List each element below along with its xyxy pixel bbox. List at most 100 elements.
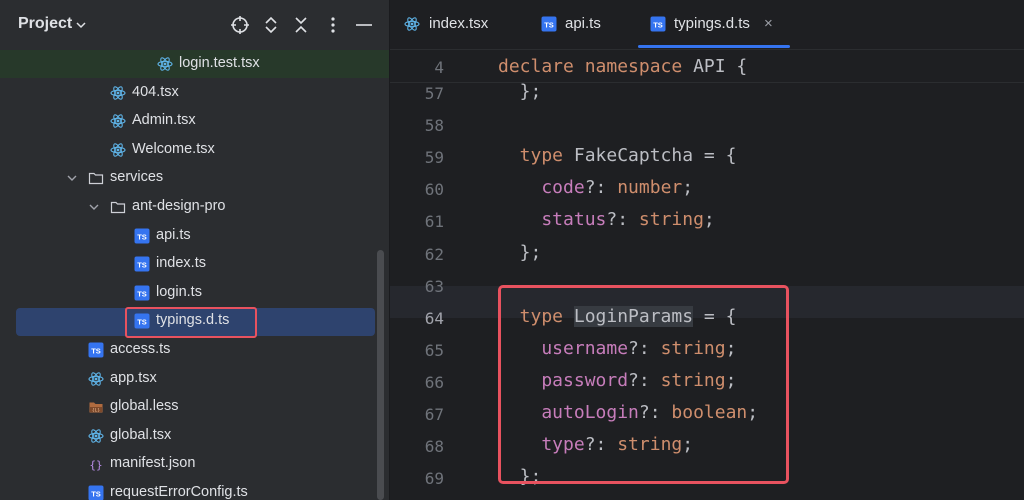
line-number: 57 bbox=[424, 84, 444, 103]
more-options-icon[interactable] bbox=[323, 15, 343, 35]
tree-file-row[interactable]: Welcome.tsx bbox=[0, 136, 389, 164]
code-line[interactable]: status?: string; bbox=[498, 209, 714, 231]
code-token: declare bbox=[498, 56, 585, 77]
code-token: ; bbox=[682, 177, 694, 199]
svg-text:{}: {} bbox=[89, 459, 102, 472]
close-icon[interactable]: × bbox=[764, 15, 773, 32]
line-number: 66 bbox=[424, 372, 444, 392]
line-number: 69 bbox=[424, 469, 444, 489]
expand-all-icon[interactable] bbox=[261, 15, 281, 35]
panel-scrollbar[interactable] bbox=[377, 250, 384, 500]
svg-text:TS: TS bbox=[91, 347, 101, 356]
line-number: 68 bbox=[424, 437, 444, 457]
code-token: type bbox=[498, 145, 574, 167]
annotation-highlight-box bbox=[125, 307, 257, 338]
code-highlight-box bbox=[498, 285, 789, 484]
ts-icon: TS bbox=[134, 285, 150, 301]
tab-label: index.tsx bbox=[429, 15, 489, 32]
tree-folder-row[interactable]: services bbox=[0, 164, 389, 192]
line-number: 4 bbox=[434, 58, 444, 77]
crosshair-icon[interactable] bbox=[230, 15, 250, 35]
tab-api-ts[interactable]: TS api.ts bbox=[541, 0, 631, 50]
tree-file-row[interactable]: login.test.tsx bbox=[0, 50, 389, 78]
code-token: ?: bbox=[584, 177, 618, 199]
react-icon bbox=[88, 428, 104, 444]
svg-text:TS: TS bbox=[137, 289, 147, 298]
line-number: 62 bbox=[424, 244, 444, 264]
tree-file-row[interactable]: TS access.ts bbox=[0, 336, 389, 364]
tree-file-row[interactable]: app.tsx bbox=[0, 365, 389, 393]
project-panel-header: Project bbox=[0, 0, 389, 50]
tree-file-row[interactable]: TS requestErrorConfig.ts bbox=[0, 479, 389, 500]
line-number: 63 bbox=[424, 276, 444, 296]
chevron-down-icon[interactable] bbox=[74, 18, 88, 32]
minimize-icon[interactable] bbox=[354, 15, 374, 35]
line-number: 67 bbox=[424, 405, 444, 424]
tree-item-label: login.test.tsx bbox=[179, 55, 260, 71]
code-line[interactable]: type FakeCaptcha = { bbox=[498, 145, 737, 167]
tree-item-label: index.ts bbox=[156, 255, 206, 272]
ts-icon: TS bbox=[88, 342, 104, 358]
react-icon bbox=[110, 142, 126, 158]
code-line[interactable]: code?: number; bbox=[498, 177, 693, 198]
svg-text:TS: TS bbox=[137, 261, 147, 270]
tree-item-label: api.ts bbox=[156, 226, 191, 243]
folder-icon bbox=[110, 199, 126, 215]
tree-file-row[interactable]: Admin.tsx bbox=[0, 107, 389, 135]
ts-icon: TS bbox=[88, 485, 104, 500]
ts-icon: TS bbox=[134, 256, 150, 272]
project-panel: Project login.test.tsx 404.tsx Admin.tsx We… bbox=[0, 0, 389, 500]
sticky-scroll-header[interactable]: 4 declare namespace API { bbox=[390, 51, 1024, 83]
json-icon: {} bbox=[88, 456, 104, 472]
svg-text:{L}: {L} bbox=[92, 407, 100, 413]
collapse-all-icon[interactable] bbox=[291, 15, 311, 35]
code-line[interactable]: declare namespace API { bbox=[498, 56, 747, 77]
line-number: 64 bbox=[424, 308, 444, 328]
svg-text:TS: TS bbox=[653, 21, 663, 30]
tree-item-label: global.less bbox=[110, 398, 179, 415]
line-number: 59 bbox=[424, 148, 444, 168]
react-icon bbox=[110, 85, 126, 101]
tree-item-label: login.ts bbox=[156, 283, 202, 300]
code-token: namespace bbox=[584, 56, 694, 77]
code-token: status bbox=[498, 209, 607, 231]
tree-file-row[interactable]: {L} global.less bbox=[0, 393, 389, 421]
react-icon bbox=[110, 113, 126, 129]
tab-index-tsx[interactable]: index.tsx bbox=[404, 0, 514, 50]
tree-item-label: access.ts bbox=[110, 341, 171, 357]
project-tree: login.test.tsx 404.tsx Admin.tsx Welcome.ts… bbox=[0, 50, 389, 500]
code-token: }; bbox=[498, 81, 542, 102]
code-line[interactable]: }; bbox=[498, 81, 542, 102]
svg-text:TS: TS bbox=[544, 21, 554, 30]
tree-file-row[interactable]: 404.tsx bbox=[0, 79, 389, 107]
code-line[interactable]: }; bbox=[498, 242, 542, 263]
tree-item-label: requestErrorConfig.ts bbox=[110, 484, 248, 500]
tree-file-row[interactable]: TS login.ts bbox=[0, 279, 389, 307]
react-icon bbox=[88, 371, 104, 387]
tree-file-row[interactable]: global.tsx bbox=[0, 422, 389, 450]
chevron-down-icon[interactable] bbox=[66, 172, 78, 184]
code-area[interactable]: 57 }; 58 59 type FakeCaptcha = {60 code?: … bbox=[390, 81, 1024, 500]
tree-file-row[interactable]: {} manifest.json bbox=[0, 450, 389, 478]
tab-label: api.ts bbox=[565, 15, 601, 32]
chevron-down-icon[interactable] bbox=[88, 201, 100, 213]
tree-item-label: Admin.tsx bbox=[132, 112, 196, 129]
tree-folder-row[interactable]: ant-design-pro bbox=[0, 193, 389, 221]
tree-item-label: services bbox=[110, 169, 164, 186]
tree-item-label: 404.tsx bbox=[132, 83, 179, 100]
editor: index.tsx TS api.ts TS typings.d.ts × 4 … bbox=[390, 0, 1024, 500]
ts-icon: TS bbox=[650, 16, 666, 32]
tree-file-row[interactable]: TS api.ts bbox=[0, 222, 389, 250]
less-icon: {L} bbox=[88, 399, 104, 415]
active-tab-indicator bbox=[638, 45, 790, 48]
tree-item-label: app.tsx bbox=[110, 369, 157, 386]
svg-text:TS: TS bbox=[137, 232, 147, 241]
svg-text:TS: TS bbox=[91, 490, 101, 499]
ts-icon: TS bbox=[541, 16, 557, 32]
project-panel-title[interactable]: Project bbox=[18, 15, 72, 33]
code-token: string bbox=[638, 209, 704, 231]
folder-icon bbox=[88, 170, 104, 186]
tree-file-row[interactable]: TS index.ts bbox=[0, 250, 389, 278]
line-number: 61 bbox=[424, 212, 444, 232]
react-icon bbox=[404, 16, 420, 32]
